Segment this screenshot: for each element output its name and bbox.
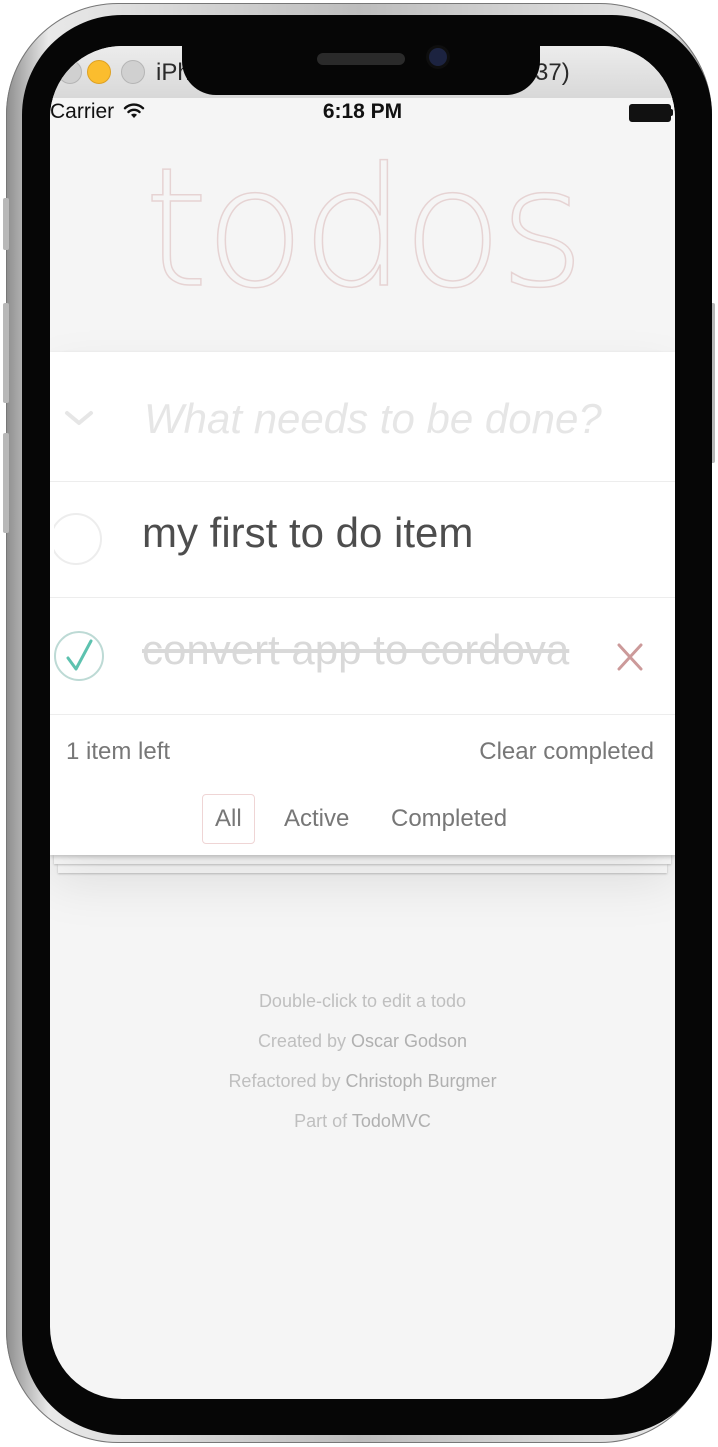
volume-down-button [3,433,9,533]
edit-hint: Double-click to edit a todo [258,991,467,1011]
window-close-button[interactable] [58,60,82,84]
new-todo-input[interactable] [142,388,646,450]
window-minimize-button[interactable] [87,60,111,84]
battery-icon [629,104,671,122]
check-circle-icon[interactable] [54,627,104,685]
speaker-grille [317,53,405,65]
close-x-icon[interactable] [616,642,644,672]
filter-active[interactable]: Active [271,794,362,844]
window-zoom-button[interactable] [121,60,145,84]
refactored-by-line: Refactored by Christoph Burgmer [50,1061,675,1101]
part-of-line: Part of TodoMVC [50,1101,675,1141]
todo-item-label: convert app to cordova [142,626,570,673]
todomvc-link[interactable]: TodoMVC [352,1111,431,1131]
todo-item-completed[interactable]: convert app to cordova [50,598,675,715]
todo-item-label: my first to do item [142,509,474,556]
items-left-count: 1 item left [66,738,171,765]
info-footer: Double-click to edit a todo Created by O… [50,981,675,1141]
app-title: todos [143,132,586,324]
filter-tabs: All Active Completed [50,794,675,844]
front-camera [429,48,447,66]
created-by-line: Created by Oscar Godson [50,1021,675,1061]
clear-completed-button[interactable]: Clear completed [479,738,654,766]
refactored-by-prefix: Refactored by [228,1071,346,1091]
battery-tip [670,109,673,116]
author-link[interactable]: Oscar Godson [351,1031,467,1051]
part-of-prefix: Part of [294,1111,352,1131]
mute-switch [3,198,9,250]
todo-item[interactable]: my first to do item [50,481,675,598]
refactor-author-link[interactable]: Christoph Burgmer [346,1071,497,1091]
todo-footer: 1 item left Clear completed All Active C… [50,715,675,855]
phone-notch [182,28,540,95]
status-time: 6:18 PM [322,100,403,123]
chevron-down-icon[interactable] [64,410,94,426]
filter-all[interactable]: All [202,794,255,844]
card-stack-shadow-1 [54,855,671,864]
card-stack-shadow-2 [58,864,667,873]
new-todo-row [50,352,675,482]
window-title-right: 37) [535,59,570,86]
filter-completed[interactable]: Completed [378,794,520,844]
phone-screen: iPh 37) Carrier 6:18 PM todos my first t… [50,46,675,1399]
empty-circle-icon[interactable] [54,510,104,568]
volume-up-button [3,303,9,403]
created-by-prefix: Created by [257,1031,351,1051]
todo-app-card: my first to do item convert app to cordo… [50,352,675,855]
